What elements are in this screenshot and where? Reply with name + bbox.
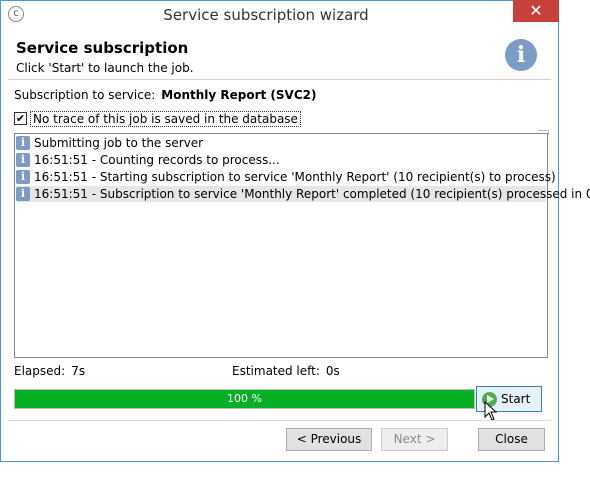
window-title: Service subscription wizard	[163, 6, 369, 24]
subscription-row: Subscription to service: Monthly Report (…	[14, 88, 317, 102]
log-entry[interactable]: i 16:51:51 - Subscription to service 'Mon…	[16, 186, 590, 202]
log-entry-text: 16:51:51 - Starting subscription to serv…	[34, 170, 556, 184]
info-icon: i	[16, 170, 30, 184]
elapsed-status: Elapsed: 7s	[14, 364, 85, 378]
job-log-list[interactable]: i Submitting job to the server i 16:51:51 -…	[14, 133, 590, 358]
info-icon: i	[505, 39, 537, 71]
info-icon: i	[16, 136, 30, 150]
estimated-label: Estimated left:	[232, 364, 320, 378]
progress-text: 100 %	[227, 392, 262, 405]
close-button[interactable]: Close	[478, 428, 545, 451]
elapsed-value: 7s	[71, 364, 86, 378]
no-trace-label[interactable]: No trace of this job is saved in the dat…	[30, 111, 301, 127]
title-bar: c Service subscription wizard	[1, 1, 558, 30]
info-icon: i	[16, 187, 30, 201]
log-entry-text: 16:51:51 - Counting records to process..…	[34, 153, 280, 167]
info-icon: i	[16, 153, 30, 167]
next-button[interactable]: Next >	[381, 428, 448, 451]
header-divider	[8, 79, 551, 80]
log-entry[interactable]: i 16:51:51 - Counting records to process.…	[16, 152, 546, 168]
window-close-button[interactable]: ✕	[513, 0, 559, 22]
log-entry-text: 16:51:51 - Subscription to service 'Mont…	[34, 187, 590, 201]
previous-button[interactable]: < Previous	[286, 428, 372, 451]
page-subtitle: Click 'Start' to launch the job.	[16, 61, 194, 75]
start-label: Start	[501, 392, 531, 406]
subscription-value: Monthly Report (SVC2)	[161, 88, 317, 102]
estimated-value: 0s	[325, 364, 340, 378]
subscription-label: Subscription to service:	[14, 88, 156, 102]
no-trace-checkbox[interactable]: ✔	[14, 112, 27, 125]
page-title: Service subscription	[16, 39, 189, 57]
footer-divider	[8, 420, 551, 421]
progress-bar: 100 %	[14, 389, 475, 409]
estimated-status: Estimated left: 0s	[232, 364, 340, 378]
elapsed-label: Elapsed:	[14, 364, 66, 378]
log-entry[interactable]: i Submitting job to the server	[16, 135, 546, 151]
log-entry-text: Submitting job to the server	[34, 136, 204, 150]
log-entry[interactable]: i 16:51:51 - Starting subscription to ser…	[16, 169, 556, 185]
